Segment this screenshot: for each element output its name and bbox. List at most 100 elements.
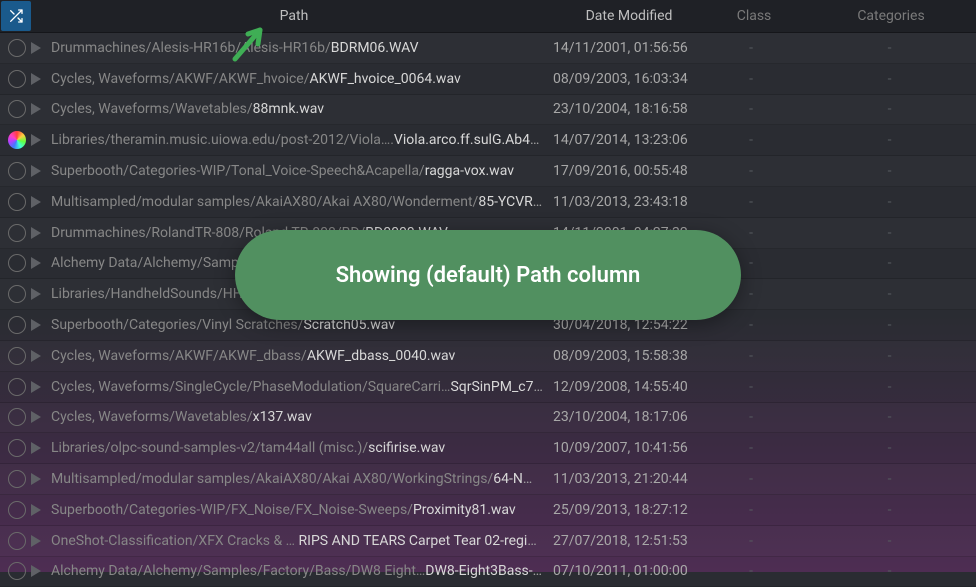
row-categories: - <box>803 132 976 148</box>
row-color-circle[interactable] <box>8 532 26 550</box>
row-color-circle[interactable] <box>8 100 26 118</box>
row-path-directory: Cycles, Waveforms/Wavetables/ <box>51 409 253 425</box>
play-icon[interactable] <box>31 442 41 454</box>
table-row[interactable]: Cycles, Waveforms/AKWF/AKWF_hvoice/AKWF_… <box>0 64 976 95</box>
row-path: Cycles, Waveforms/Wavetables/x137.wav <box>51 409 553 425</box>
shuffle-button[interactable] <box>1 1 31 31</box>
table-row[interactable]: Superbooth/Categories-WIP/FX_Noise/FX_No… <box>0 495 976 526</box>
row-class: - <box>699 563 803 579</box>
play-icon[interactable] <box>31 535 41 547</box>
row-date: 12/09/2008, 14:55:40 <box>553 379 699 395</box>
row-path: Drummachines/Alesis-HR16b/Alesis-HR16b/B… <box>51 40 553 56</box>
row-path: Libraries/olpc-sound-samples-v2/tam44all… <box>51 440 553 456</box>
play-icon[interactable] <box>31 227 41 239</box>
table-row[interactable]: Cycles, Waveforms/Wavetables/88mnk.wav23… <box>0 95 976 126</box>
table-row[interactable]: Cycles, Waveforms/SingleCycle/PhaseModul… <box>0 372 976 403</box>
play-icon[interactable] <box>31 165 41 177</box>
table-row[interactable]: Superbooth/Categories-WIP/Tonal_Voice-Sp… <box>0 156 976 187</box>
row-date: 11/03/2013, 21:20:44 <box>553 471 699 487</box>
row-path-filename: ragga-vox.wav <box>425 163 514 179</box>
row-color-circle[interactable] <box>8 39 26 57</box>
row-categories: - <box>803 348 976 364</box>
play-icon[interactable] <box>31 196 41 208</box>
row-path: Multisampled/modular samples/AkaiAX80/Ak… <box>51 471 553 487</box>
row-path-filename: 85-YCVR.aif <box>478 194 552 210</box>
row-path: Superbooth/Categories-WIP/Tonal_Voice-Sp… <box>51 163 553 179</box>
row-path-filename: SqrSinPM_c7m2i2.flac <box>450 379 553 395</box>
table-row[interactable]: Libraries/theramin.music.uiowa.edu/post-… <box>0 125 976 156</box>
table-row[interactable]: Cycles, Waveforms/Wavetables/x137.wav23/… <box>0 403 976 434</box>
callout-tooltip: Showing (default) Path column <box>235 230 741 320</box>
row-categories: - <box>803 471 976 487</box>
row-categories: - <box>803 71 976 87</box>
play-icon[interactable] <box>31 565 41 577</box>
row-color-circle[interactable] <box>8 162 26 180</box>
row-path-directory: Cycles, Waveforms/AKWF/AKWF_hvoice/ <box>51 71 310 87</box>
play-icon[interactable] <box>31 42 41 54</box>
row-path-directory: Libraries/olpc-sound-samples-v2/tam44all… <box>51 440 368 456</box>
play-icon[interactable] <box>31 350 41 362</box>
play-icon[interactable] <box>31 134 41 146</box>
row-date: 07/10/2011, 01:00:00 <box>553 563 699 579</box>
table-row[interactable]: Drummachines/Alesis-HR16b/Alesis-HR16b/B… <box>0 33 976 64</box>
row-color-circle[interactable] <box>8 439 26 457</box>
row-categories: - <box>803 502 976 518</box>
row-categories: - <box>803 163 976 179</box>
row-class: - <box>699 163 803 179</box>
row-categories: - <box>803 409 976 425</box>
table-row[interactable]: Libraries/olpc-sound-samples-v2/tam44all… <box>0 433 976 464</box>
row-path-directory: Multisampled/modular samples/AkaiAX80/Ak… <box>51 194 478 210</box>
row-path: Cycles, Waveforms/AKWF/AKWF_dbass/AKWF_d… <box>51 348 553 364</box>
row-path-directory: Libraries/theramin.music.uiowa.edu/post-… <box>51 132 394 148</box>
row-class: - <box>699 101 803 117</box>
row-categories: - <box>803 286 976 302</box>
table-row[interactable]: Multisampled/modular samples/AkaiAX80/Ak… <box>0 464 976 495</box>
row-date: 25/09/2013, 18:27:12 <box>553 502 699 518</box>
row-color-circle[interactable] <box>8 193 26 211</box>
row-color-circle[interactable] <box>8 131 26 149</box>
row-color-circle[interactable] <box>8 224 26 242</box>
row-class: - <box>699 194 803 210</box>
play-icon[interactable] <box>31 103 41 115</box>
row-path: Cycles, Waveforms/SingleCycle/PhaseModul… <box>51 379 553 395</box>
row-path-directory: Libraries/HandheldSounds/HHS <box>51 286 251 302</box>
row-color-circle[interactable] <box>8 562 26 580</box>
row-class: - <box>699 440 803 456</box>
table-row[interactable]: Multisampled/modular samples/AkaiAX80/Ak… <box>0 187 976 218</box>
row-path-filename: AKWF_hvoice_0064.wav <box>310 71 461 87</box>
row-date: 14/07/2014, 13:23:06 <box>553 132 699 148</box>
row-date: 11/03/2013, 23:43:18 <box>553 194 699 210</box>
row-categories: - <box>803 194 976 210</box>
play-icon[interactable] <box>31 257 41 269</box>
play-icon[interactable] <box>31 381 41 393</box>
row-color-circle[interactable] <box>8 408 26 426</box>
table-row[interactable]: OneShot-Classification/XFX Cracks & … RI… <box>0 526 976 557</box>
row-categories: - <box>803 440 976 456</box>
row-color-circle[interactable] <box>8 285 26 303</box>
play-icon[interactable] <box>31 411 41 423</box>
column-header-categories[interactable]: Categories <box>806 8 976 24</box>
play-icon[interactable] <box>31 504 41 516</box>
play-icon[interactable] <box>31 73 41 85</box>
row-color-circle[interactable] <box>8 501 26 519</box>
row-color-circle[interactable] <box>8 347 26 365</box>
row-class: - <box>699 379 803 395</box>
row-color-circle[interactable] <box>8 378 26 396</box>
row-color-circle[interactable] <box>8 254 26 272</box>
table-row[interactable]: Cycles, Waveforms/AKWF/AKWF_dbass/AKWF_d… <box>0 341 976 372</box>
row-path: Libraries/theramin.music.uiowa.edu/post-… <box>51 132 553 148</box>
row-color-circle[interactable] <box>8 70 26 88</box>
row-color-circle[interactable] <box>8 316 26 334</box>
column-header-class[interactable]: Class <box>702 8 806 24</box>
row-color-circle[interactable] <box>8 470 26 488</box>
play-icon[interactable] <box>31 473 41 485</box>
row-path-filename: 64-NMZH.aif <box>493 471 553 487</box>
row-path: Multisampled/modular samples/AkaiAX80/Ak… <box>51 194 553 210</box>
column-header-date[interactable]: Date Modified <box>556 8 702 24</box>
play-icon[interactable] <box>31 288 41 300</box>
play-icon[interactable] <box>31 319 41 331</box>
row-date: 23/10/2004, 18:16:58 <box>553 101 699 117</box>
row-class: - <box>699 471 803 487</box>
row-path-directory: Superbooth/Categories-WIP/Tonal_Voice-Sp… <box>51 163 425 179</box>
column-header-path[interactable]: Path <box>32 8 556 24</box>
